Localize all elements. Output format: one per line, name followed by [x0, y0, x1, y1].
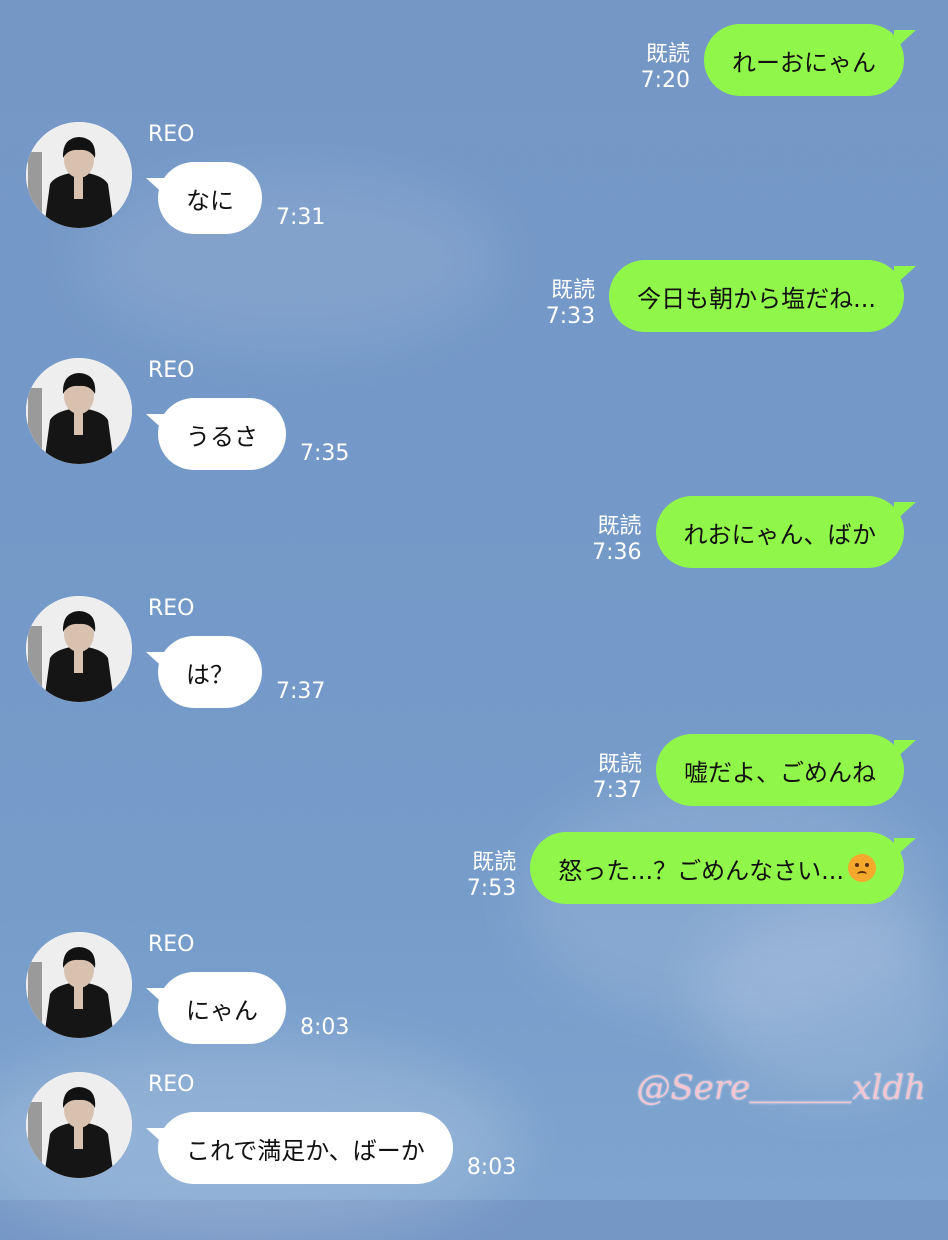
message-meta: 既読 7:33: [546, 278, 595, 330]
message-time: 7:36: [592, 540, 642, 565]
message-time: 7:37: [592, 778, 642, 803]
message-time: 7:33: [545, 304, 596, 329]
message-text: 今日も朝から塩だね...: [637, 284, 876, 313]
message-bubble-outgoing[interactable]: れーおにゃん: [704, 24, 916, 96]
worried-face-icon: [848, 854, 876, 882]
message-time: 7:20: [640, 68, 690, 93]
read-receipt: 既読: [597, 752, 642, 777]
read-receipt: 既読: [551, 278, 596, 303]
read-receipt: 既読: [597, 514, 642, 539]
message-row-outgoing: 既読 7:37 嘘だよ、ごめんね: [593, 734, 916, 806]
message-bubble-outgoing[interactable]: 嘘だよ、ごめんね: [656, 734, 916, 806]
message-text: うるさ: [186, 422, 258, 451]
avatar[interactable]: [26, 932, 132, 1038]
message-meta: 既読 7:53: [467, 850, 516, 902]
message-meta: 既読 7:37: [593, 752, 642, 804]
message-text: なに: [186, 186, 234, 215]
message-bubble-incoming[interactable]: なに: [146, 162, 262, 234]
message-bubble-incoming[interactable]: うるさ: [146, 398, 286, 470]
message-text: れおにゃん、ばか: [683, 520, 876, 549]
message-line: は？ 7:37: [146, 636, 326, 708]
message-time: 7:35: [300, 441, 350, 466]
message-meta: 既読 7:20: [641, 42, 690, 94]
message-line: なに 7:31: [146, 162, 326, 234]
sender-name: REO: [148, 596, 195, 621]
sender-name: REO: [148, 358, 195, 383]
message-text: れーおにゃん: [732, 48, 876, 77]
message-bubble-incoming[interactable]: にゃん: [146, 972, 286, 1044]
avatar[interactable]: [26, 1072, 132, 1178]
chat-area[interactable]: 既読 7:20 れーおにゃん REO なに 7:31 既読 7:33 今日も朝から塩だね... R…: [0, 0, 948, 1200]
avatar-photo: [26, 1072, 132, 1178]
avatar-photo: [26, 596, 132, 702]
avatar-photo: [26, 122, 132, 228]
sender-name: REO: [148, 122, 195, 147]
message-line: うるさ 7:35: [146, 398, 350, 470]
read-receipt: 既読: [645, 42, 690, 67]
message-time: 8:03: [300, 1015, 350, 1040]
message-text: これで満足か、ばーか: [186, 1136, 425, 1165]
message-bubble-outgoing[interactable]: 怒った...？ごめんなさい...: [530, 832, 916, 904]
message-text: 怒った...？ごめんなさい...: [558, 856, 844, 885]
message-text: は？: [186, 660, 234, 689]
avatar-photo: [26, 932, 132, 1038]
message-row-outgoing: 既読 7:36 れおにゃん、ばか: [592, 496, 917, 568]
avatar-photo: [26, 358, 132, 464]
message-time: 7:37: [276, 679, 326, 704]
message-bubble-outgoing[interactable]: 今日も朝から塩だね...: [609, 260, 916, 332]
message-time: 8:03: [466, 1155, 517, 1180]
message-line: これで満足か、ばーか 8:03: [146, 1112, 517, 1184]
message-bubble-incoming[interactable]: は？: [146, 636, 262, 708]
sender-name: REO: [148, 932, 195, 957]
read-receipt: 既読: [472, 850, 517, 875]
message-time: 7:53: [466, 876, 517, 901]
watermark: @Sere＿＿＿xldh: [636, 1068, 927, 1108]
message-meta: 既読 7:36: [592, 514, 641, 566]
message-row-outgoing: 既読 7:53 怒った...？ごめんなさい...: [467, 832, 916, 904]
message-row-outgoing: 既読 7:33 今日も朝から塩だね...: [546, 260, 916, 332]
sender-name: REO: [148, 1072, 195, 1097]
avatar[interactable]: [26, 358, 132, 464]
message-row-outgoing: 既読 7:20 れーおにゃん: [641, 24, 916, 96]
message-text: 嘘だよ、ごめんね: [684, 758, 876, 787]
message-bubble-outgoing[interactable]: れおにゃん、ばか: [655, 496, 917, 568]
message-bubble-incoming[interactable]: これで満足か、ばーか: [146, 1112, 453, 1184]
message-time: 7:31: [276, 205, 326, 230]
message-text: にゃん: [186, 996, 258, 1025]
avatar[interactable]: [26, 596, 132, 702]
avatar[interactable]: [26, 122, 132, 228]
message-line: にゃん 8:03: [146, 972, 350, 1044]
